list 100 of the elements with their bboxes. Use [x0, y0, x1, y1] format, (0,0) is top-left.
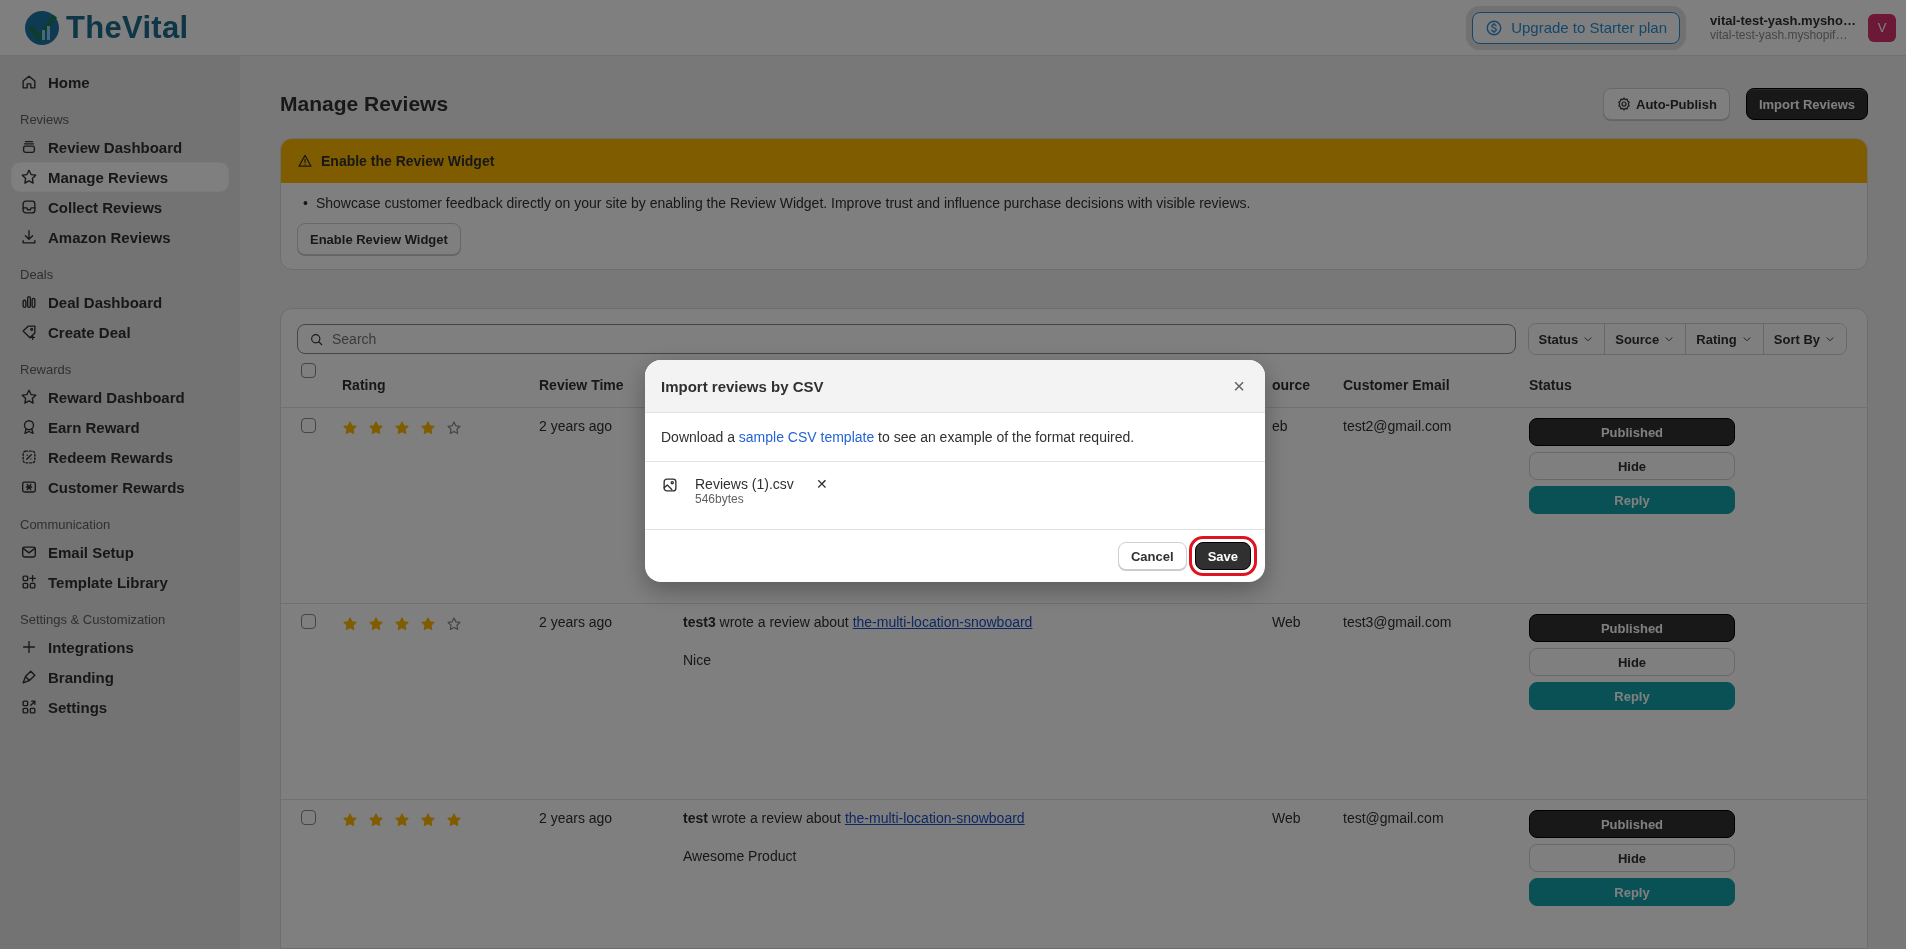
percent-icon	[20, 448, 38, 466]
star-icon	[446, 812, 462, 828]
avatar[interactable]: V	[1868, 13, 1896, 42]
checkbox[interactable]	[301, 614, 316, 629]
sidebar-item[interactable]: Integrations	[12, 633, 228, 661]
section-heading: Reviews	[19, 111, 71, 129]
star-icon	[446, 420, 462, 436]
instruction-text: Download a sample CSV template to see an example of the format required.	[661, 429, 1136, 445]
reply-button[interactable]: Reply	[1529, 486, 1735, 514]
reply-button[interactable]: Reply	[1529, 682, 1735, 710]
review-text: Awesome Product	[683, 848, 798, 864]
sidebar-item[interactable]: Create Deal	[12, 318, 228, 346]
sidebar-item[interactable]: Branding	[12, 663, 228, 691]
star-icon	[420, 616, 436, 632]
sidebar-item[interactable]: Home	[12, 68, 228, 96]
sidebar-item[interactable]: Redeem Rewards	[12, 443, 228, 471]
mail-icon	[20, 543, 38, 561]
sidebar-item[interactable]: Settings	[12, 693, 228, 721]
reply-button[interactable]: Reply	[1529, 878, 1735, 906]
filter-button[interactable]: Status	[1528, 324, 1606, 354]
import-button[interactable]: Import Reviews	[1745, 88, 1868, 120]
review-source: eb	[1272, 418, 1288, 434]
section-heading: Communication	[19, 516, 112, 534]
sidebar-item[interactable]: Collect Reviews	[12, 193, 228, 221]
star-icon	[394, 616, 410, 632]
review-time: 2 years ago	[539, 810, 613, 826]
review-summary: test wrote a review about the-multi-location-snowboard	[683, 810, 1026, 826]
checkbox[interactable]	[301, 418, 316, 433]
customer-email: test3@gmail.com	[1343, 614, 1452, 630]
published-button[interactable]: Published	[1529, 614, 1735, 642]
customer-email: test@gmail.com	[1343, 810, 1444, 826]
star-icon	[20, 388, 38, 406]
grid-plus-icon	[20, 573, 38, 591]
download-icon	[20, 228, 38, 246]
sidebar-item[interactable]: Customer Rewards	[12, 473, 228, 501]
cancel-button[interactable]: Cancel	[1118, 542, 1187, 570]
column-header: Status	[1529, 377, 1572, 393]
published-button[interactable]: Published	[1529, 418, 1735, 446]
sidebar-item[interactable]: Reward Dashboard	[12, 383, 228, 411]
sidebar-item[interactable]: Amazon Reviews	[12, 223, 228, 251]
sidebar-item[interactable]: Email Setup	[12, 538, 228, 566]
enable-widget-button[interactable]: Enable Review Widget	[297, 223, 461, 255]
review-source: Web	[1272, 614, 1301, 630]
search-icon	[309, 332, 324, 347]
warning-icon	[297, 153, 313, 169]
review-time: 2 years ago	[539, 418, 613, 434]
customer-email: test2@gmail.com	[1343, 418, 1452, 434]
hide-button[interactable]: Hide	[1529, 452, 1735, 480]
store-name: vital-test-yash.mysho…	[1710, 13, 1856, 28]
dollar-icon	[1485, 18, 1504, 37]
search-field[interactable]: Search	[297, 324, 1516, 354]
star-icon	[368, 616, 384, 632]
template-link[interactable]: sample CSV template	[738, 429, 875, 445]
remove-file-button[interactable]: ✕	[815, 476, 828, 492]
star-icon	[20, 168, 38, 186]
review-summary: test3 wrote a review about the-multi-location-snowboard	[683, 614, 1034, 630]
star-icon	[368, 420, 384, 436]
checkbox[interactable]	[301, 363, 316, 378]
section-heading: Rewards	[19, 361, 73, 379]
product-link[interactable]: the-multi-location-snowboard	[852, 614, 1033, 630]
plus-icon	[20, 638, 38, 656]
star-icon	[420, 420, 436, 436]
image-icon	[661, 476, 679, 494]
published-button[interactable]: Published	[1529, 810, 1735, 838]
sidebar-item[interactable]: Deal Dashboard	[12, 288, 228, 316]
star-icon	[394, 420, 410, 436]
sidebar-item[interactable]: Manage Reviews	[12, 163, 228, 191]
banner-text: Showcase customer feedback directly on your site by enabling the Review Widget. Improve trust and influence purchase decisions with visible reviews.	[315, 194, 1251, 213]
review-text: Nice	[683, 652, 712, 668]
section-heading: Deals	[19, 266, 55, 284]
bar-chart-icon	[20, 293, 38, 311]
close-button[interactable]: ×	[1229, 374, 1249, 398]
column-header: Rating	[342, 377, 386, 393]
star-icon	[342, 616, 358, 632]
tag-icon	[20, 323, 38, 341]
sidebar-item[interactable]: Review Dashboard	[12, 133, 228, 161]
auto-publish-button[interactable]: Auto-Publish	[1603, 88, 1730, 120]
file-size: 546bytes	[695, 492, 745, 506]
gear-icon	[1616, 96, 1632, 112]
star-icon	[368, 812, 384, 828]
home-icon	[20, 73, 38, 91]
star-icon	[342, 420, 358, 436]
product-link[interactable]: the-multi-location-snowboard	[844, 810, 1025, 826]
checkbox[interactable]	[301, 810, 316, 825]
sidebar-item[interactable]: Earn Reward	[12, 413, 228, 441]
section-heading: Settings & Customization	[19, 611, 167, 629]
star-icon	[446, 616, 462, 632]
stack-icon	[20, 138, 38, 156]
hide-button[interactable]: Hide	[1529, 844, 1735, 872]
inbox-icon	[20, 198, 38, 216]
column-header: Review Time	[539, 377, 624, 393]
sidebar-item[interactable]: Template Library	[12, 568, 228, 596]
column-header: ource	[1272, 377, 1311, 393]
gift-card-icon	[20, 478, 38, 496]
grid-icon	[20, 698, 38, 716]
hide-button[interactable]: Hide	[1529, 648, 1735, 676]
logo-text: TheVital	[66, 9, 189, 46]
star-icon	[394, 812, 410, 828]
column-header: Customer Email	[1343, 377, 1450, 393]
star-icon	[342, 812, 358, 828]
